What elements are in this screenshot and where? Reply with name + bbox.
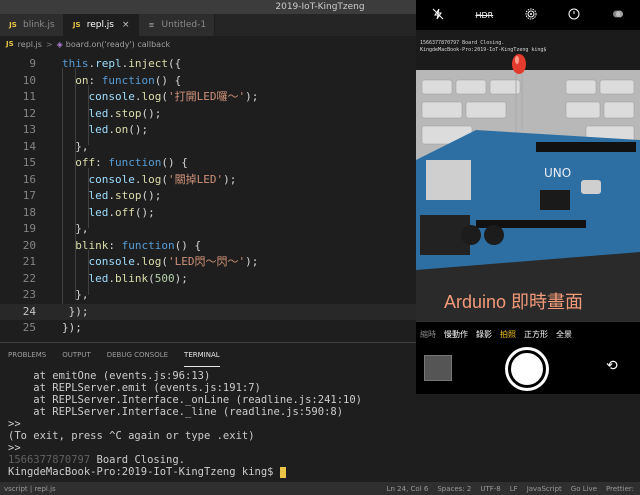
- terminal-line: at REPLServer.Interface._line (readline.…: [8, 406, 344, 418]
- line-number: 14: [22, 139, 36, 153]
- phone-camera-overlay: HDR UNO 1566377870797 Board Closing. Kin…: [416, 0, 640, 394]
- status-encoding[interactable]: UTF-8: [480, 485, 500, 493]
- line-number: 18: [22, 205, 36, 219]
- breadcrumb-symbol[interactable]: board.on('ready') callback: [66, 40, 170, 49]
- line-number: 20: [22, 238, 36, 252]
- breadcrumb-file[interactable]: repl.js: [18, 40, 42, 49]
- arduino-live-image: UNO 1566377870797 Board Closing. KingdeM…: [416, 30, 640, 322]
- overlay-caption: Arduino 即時畫面: [444, 292, 584, 312]
- tab-debug-console[interactable]: DEBUG CONSOLE: [107, 343, 168, 367]
- tab-label: Untitled-1: [161, 20, 207, 30]
- line-number: 23: [22, 288, 36, 301]
- mode-photo[interactable]: 拍照: [500, 329, 516, 340]
- line-number: 15: [22, 156, 36, 169]
- terminal-message: Board Closing.: [96, 454, 186, 466]
- tab-blink-js[interactable]: JS blink.js: [0, 14, 64, 36]
- line-number: 22: [22, 271, 36, 285]
- javascript-file-icon: JS: [9, 21, 17, 29]
- shutter-button[interactable]: [508, 350, 546, 388]
- line-number: 24: [22, 304, 36, 318]
- status-language[interactable]: JavaScript: [527, 485, 562, 493]
- terminal-line: >>: [8, 418, 21, 430]
- camera-top-bar: HDR: [416, 0, 640, 30]
- camera-viewfinder[interactable]: UNO 1566377870797 Board Closing. KingdeM…: [416, 30, 640, 322]
- tab-label: blink.js: [23, 20, 55, 30]
- terminal-line: >>: [8, 442, 21, 454]
- status-indent[interactable]: Spaces: 2: [437, 485, 471, 493]
- tab-output[interactable]: OUTPUT: [62, 343, 91, 367]
- terminal-prompt-line: KingdeMacBook-Pro:2019-IoT-KingTzeng kin…: [8, 466, 608, 478]
- line-number: 13: [22, 123, 36, 136]
- camera-mode-selector: 縮時 慢動作 錄影 拍照 正方形 全景: [416, 322, 640, 346]
- mode-slow-motion[interactable]: 慢動作: [444, 329, 468, 340]
- close-icon[interactable]: ×: [122, 20, 130, 30]
- line-number: 19: [22, 222, 36, 235]
- mode-video[interactable]: 錄影: [476, 329, 492, 340]
- board-label: UNO: [544, 166, 571, 180]
- status-cursor-position[interactable]: Ln 24, Col 6: [387, 485, 429, 493]
- tab-problems[interactable]: PROBLEMS: [8, 343, 46, 367]
- status-right: Ln 24, Col 6 Spaces: 2 UTF-8 LF JavaScri…: [387, 485, 634, 493]
- mode-timelapse[interactable]: 縮時: [420, 329, 436, 340]
- string-literal: 'LED閃～閃～': [167, 255, 246, 268]
- line-number: 12: [22, 106, 36, 120]
- terminal-timestamp: 1566377870797: [8, 454, 91, 466]
- javascript-file-icon: JS: [72, 21, 81, 29]
- line-number: 25: [22, 321, 36, 334]
- status-go-live[interactable]: Go Live: [571, 485, 597, 493]
- hdr-icon[interactable]: HDR: [475, 11, 493, 20]
- mode-panorama[interactable]: 全景: [556, 329, 572, 340]
- tab-repl-js[interactable]: JS repl.js ×: [63, 14, 139, 36]
- javascript-file-icon: JS: [6, 40, 14, 48]
- string-literal: '打開LED囉～': [167, 90, 246, 103]
- status-eol[interactable]: LF: [510, 485, 518, 493]
- terminal-prompt: KingdeMacBook-Pro:2019-IoT-KingTzeng kin…: [8, 466, 280, 478]
- switch-camera-icon[interactable]: ⟲: [606, 358, 618, 374]
- photo-thumbnail[interactable]: [424, 355, 452, 381]
- terminal-line: 1566377870797 Board Closing.: [8, 454, 608, 466]
- screen: 2019-IoT-KingTzeng JS blink.js JS repl.j…: [0, 0, 640, 495]
- status-prettier[interactable]: Prettier:: [606, 485, 634, 493]
- live-photo-icon[interactable]: [525, 8, 537, 23]
- tab-label: repl.js: [86, 20, 114, 30]
- flash-off-icon[interactable]: [432, 8, 444, 23]
- panel-tabs: PROBLEMS OUTPUT DEBUG CONSOLE TERMINAL: [0, 343, 228, 367]
- line-number: 21: [22, 255, 36, 268]
- tab-untitled-1[interactable]: ≡ Untitled-1: [138, 14, 216, 36]
- timer-icon[interactable]: [568, 8, 580, 23]
- tab-terminal[interactable]: TERMINAL: [184, 343, 220, 367]
- string-literal: '關掉LED': [167, 172, 224, 186]
- symbol-icon: ◈: [56, 39, 63, 49]
- line-number: 17: [22, 189, 36, 202]
- line-number: 10: [22, 73, 36, 87]
- camera-screen-text: 1566377870797 Board Closing.: [420, 40, 504, 46]
- line-number: 16: [22, 172, 36, 186]
- camera-screen-text: KingdeMacBook-Pro:2019-IoT-KingTzeng kin…: [420, 47, 546, 53]
- number-literal: 500: [154, 271, 175, 285]
- mode-square[interactable]: 正方形: [524, 329, 548, 340]
- line-number: 11: [22, 90, 36, 103]
- status-bar: vscript | repl.js Ln 24, Col 6 Spaces: 2…: [0, 482, 640, 495]
- terminal-cursor: [279, 466, 286, 478]
- status-left: vscript | repl.js: [4, 484, 56, 493]
- line-number: 9: [29, 57, 36, 70]
- breadcrumb-separator: >: [45, 39, 53, 49]
- filter-icon[interactable]: [612, 8, 624, 23]
- terminal-line: at REPLServer.Interface._onLine (readlin…: [8, 394, 363, 406]
- text-file-icon: ≡: [148, 21, 155, 29]
- terminal-line: (To exit, press ^C again or type .exit): [8, 430, 255, 442]
